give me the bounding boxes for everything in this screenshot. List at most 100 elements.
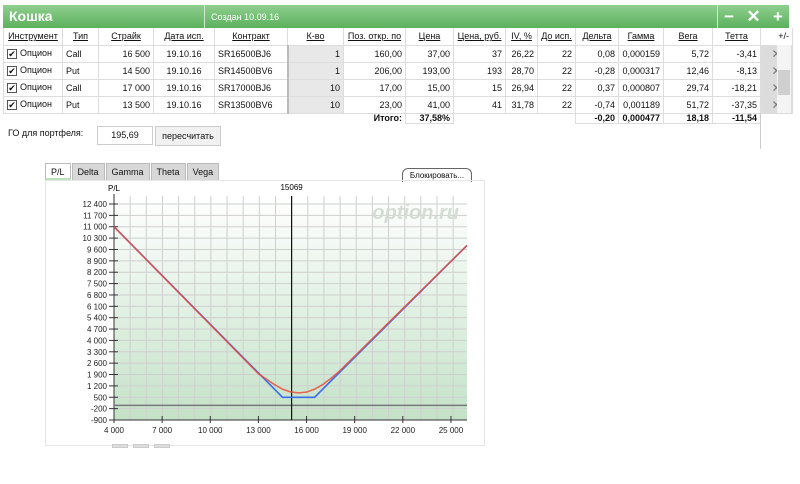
y-tick-label: 8 900: [87, 257, 108, 266]
x-tick-label: 4 000: [104, 426, 125, 435]
cell-delta: 0,37: [575, 78, 619, 97]
tab-delta[interactable]: Delta: [71, 163, 105, 180]
cell-gamma: 0,000317: [618, 61, 664, 80]
x-tick-label: 16 000: [294, 426, 319, 435]
recalculate-button[interactable]: пересчитать: [155, 126, 221, 146]
cell-text: 19.10.16: [166, 65, 202, 76]
row-checkbox[interactable]: ✔: [7, 82, 17, 93]
cell-price: 41,00: [405, 95, 454, 114]
cell-qty[interactable]: 10: [286, 95, 344, 114]
watermark-logo: option.ru: [372, 202, 459, 224]
column-header[interactable]: Цена, руб.: [453, 28, 506, 46]
column-header[interactable]: Дельта: [575, 28, 619, 46]
y-tick-label: 4 000: [87, 336, 108, 345]
cell-open: 206,00: [343, 61, 406, 80]
cell-qty[interactable]: 1: [286, 44, 344, 63]
margin-value: 195,69: [97, 126, 153, 145]
y-tick-label: 5 400: [87, 314, 108, 323]
y-tick-label: 12 400: [83, 200, 108, 209]
cell-contract: SR13500BV6: [214, 95, 288, 114]
cell-text: Опцион: [20, 48, 53, 59]
cell-text: 193: [486, 65, 502, 76]
cell-text: -37,35: [731, 99, 757, 110]
add-icon[interactable]: +: [773, 7, 783, 27]
column-header[interactable]: Тетта: [712, 28, 761, 46]
created-date: Создан 10.09.16: [204, 5, 285, 28]
cell-text: SR14500BV6: [218, 65, 273, 76]
cell-price_rub: 41: [453, 95, 506, 114]
cell-days: 22: [537, 44, 576, 63]
cell-date: 19.10.16: [153, 44, 215, 63]
row-checkbox[interactable]: ✔: [7, 99, 17, 110]
column-header[interactable]: Инструмент: [3, 28, 63, 46]
cell-text: 13 500: [122, 99, 150, 110]
cell-delta: 0,08: [575, 44, 619, 63]
cell-contract: SR17000BJ6: [214, 78, 288, 97]
y-tick-label: 6 800: [87, 291, 108, 300]
plot-area: [114, 196, 467, 420]
tab-vega[interactable]: Vega: [186, 163, 220, 180]
pl-chart: 12 400 11 700 11 000 10 300 9 600 8 900 8 200 7…: [45, 180, 485, 446]
cell-days: 22: [537, 95, 576, 114]
cell-price: 15,00: [405, 78, 454, 97]
cell-strike: 16 500: [98, 44, 154, 63]
column-header[interactable]: Тип: [62, 28, 99, 46]
y-tick-label: 11 000: [83, 223, 107, 232]
cell-type: Put: [62, 61, 99, 80]
cell-qty[interactable]: 1: [286, 61, 344, 80]
y-tick-label: 6 100: [87, 302, 108, 311]
table-row: ✔ Опцион Call 17 000 19.10.16 SR17000BJ6 10 17,…: [3, 78, 793, 97]
close-icon[interactable]: ✕: [746, 7, 760, 27]
column-header[interactable]: Гамма: [618, 28, 664, 46]
minimize-icon[interactable]: −: [724, 7, 734, 27]
column-header[interactable]: Страйк: [98, 28, 154, 46]
scrollbar-thumb[interactable]: [778, 70, 790, 95]
cell-text: 37: [491, 48, 502, 59]
cell-text: 10: [329, 99, 340, 110]
x-tick-label: 13 000: [246, 426, 271, 435]
column-header[interactable]: Поз. откр. по: [343, 28, 406, 46]
cell-text: 22: [561, 65, 572, 76]
cell-instrument: ✔ Опцион: [3, 95, 63, 114]
cell-text: 17 000: [122, 82, 150, 93]
column-header[interactable]: Контракт: [214, 28, 288, 46]
cell-price_rub: 15: [453, 78, 506, 97]
totals-delta: -0,20: [575, 113, 619, 124]
cell-strike: 13 500: [98, 95, 154, 114]
row-checkbox[interactable]: ✔: [7, 65, 17, 76]
y-tick-label: 11 700: [83, 211, 107, 220]
tab-pl[interactable]: P/L: [45, 163, 71, 180]
column-header[interactable]: До исп.: [537, 28, 576, 46]
column-header[interactable]: Дата исп.: [153, 28, 215, 46]
cell-text: 22: [561, 99, 572, 110]
totals-vega: 18,18: [663, 113, 713, 124]
cell-days: 22: [537, 78, 576, 97]
tab-theta[interactable]: Theta: [150, 163, 186, 180]
column-header[interactable]: Вега: [663, 28, 713, 46]
totals-row: Итого: 37,58% -0,20 0,000477 18,18 -11,5…: [4, 113, 793, 124]
y-tick-label: 10 300: [83, 234, 108, 243]
column-header[interactable]: IV, %: [505, 28, 538, 46]
cell-text: 0,37: [597, 82, 615, 93]
cell-text: 28,70: [511, 65, 534, 76]
column-header[interactable]: +/-: [760, 28, 793, 46]
cell-text: Опцион: [20, 99, 53, 110]
cell-text: 14 500: [122, 65, 150, 76]
cell-text: Put: [66, 99, 80, 110]
positions-table: Инструмент Тип Страйк Дата исп. Контракт К-во…: [3, 28, 793, 124]
cell-qty[interactable]: 10: [286, 78, 344, 97]
column-header[interactable]: К-во: [287, 28, 344, 46]
cell-date: 19.10.16: [153, 61, 215, 80]
cell-text: 29,74: [686, 82, 709, 93]
cell-text: 19.10.16: [166, 48, 202, 59]
tab-gamma[interactable]: Gamma: [105, 163, 150, 180]
cell-text: 31,78: [511, 99, 534, 110]
window-titlebar: Кошка Создан 10.09.16 − ✕ +: [3, 5, 789, 28]
row-checkbox[interactable]: ✔: [7, 48, 17, 59]
chart-zoom-buttons[interactable]: [112, 444, 170, 448]
cell-type: Call: [62, 44, 99, 63]
column-header[interactable]: Цена: [405, 28, 454, 46]
cell-text: 17,00: [379, 82, 402, 93]
cell-text: -0,74: [594, 99, 615, 110]
table-scrollbar[interactable]: [777, 45, 791, 113]
